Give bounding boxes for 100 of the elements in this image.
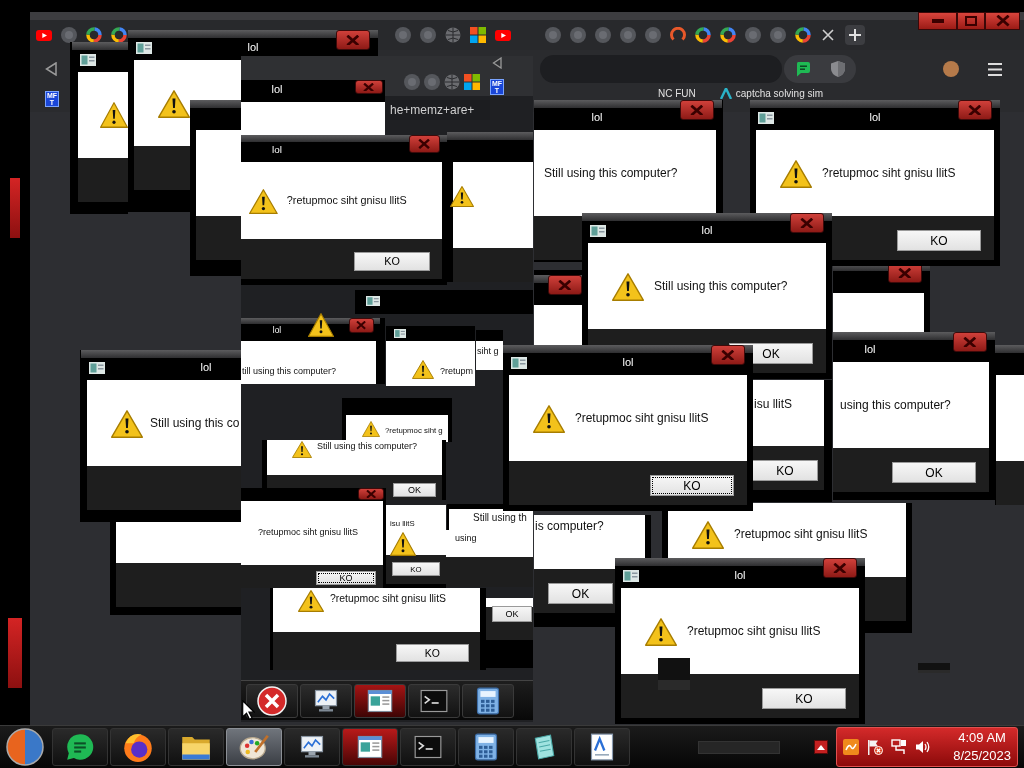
new-tab-button[interactable] — [845, 25, 865, 45]
dialog-button[interactable]: KO — [395, 644, 469, 663]
flag-icon[interactable] — [867, 739, 883, 755]
start-orb-icon[interactable] — [6, 728, 44, 766]
taskbar-button[interactable] — [574, 728, 630, 766]
faded-favicon-icon — [570, 27, 586, 43]
taskbar-button[interactable] — [516, 728, 572, 766]
dialog-message: till using this computer? — [242, 366, 337, 378]
close-button[interactable] — [348, 318, 374, 333]
dialog-button[interactable]: OK — [892, 462, 976, 483]
menu-icon[interactable] — [988, 62, 1002, 76]
taskbar-button[interactable] — [168, 728, 224, 766]
dialog-message: isu llitS — [754, 397, 792, 412]
close-button[interactable] — [355, 80, 383, 94]
button-panel — [78, 158, 128, 202]
close-icon — [968, 104, 982, 116]
taskbar-button[interactable] — [342, 728, 398, 766]
close-button[interactable] — [358, 488, 384, 500]
clock-date[interactable]: 8/25/2023 — [953, 747, 1011, 765]
window-icon — [366, 296, 380, 306]
maximize-button[interactable] — [957, 12, 985, 30]
dialog-message: using — [455, 533, 477, 545]
warning-icon — [308, 313, 334, 337]
dialog-button[interactable]: OK — [393, 483, 436, 497]
close-button[interactable] — [409, 135, 440, 153]
close-button[interactable] — [680, 100, 714, 120]
warning-icon — [780, 160, 812, 188]
taskbar-button[interactable] — [52, 728, 108, 766]
close-button[interactable] — [823, 558, 857, 578]
bookmark-link[interactable]: NC FUN — [658, 89, 696, 99]
close-icon — [365, 489, 377, 499]
close-button[interactable] — [953, 332, 987, 352]
shield-icon[interactable] — [831, 61, 845, 77]
globe-icon — [445, 27, 461, 43]
dialog-button[interactable]: KO — [316, 571, 376, 585]
faded-favicon-icon — [420, 27, 436, 43]
window-icon — [136, 42, 152, 54]
close-icon — [995, 15, 1010, 27]
terminal-icon — [420, 688, 448, 713]
glitch-bar — [8, 618, 22, 688]
calculator-icon — [476, 686, 500, 715]
message-panel — [534, 305, 582, 345]
taskbar-button[interactable] — [400, 728, 456, 766]
window-icon — [590, 225, 606, 237]
taskbar-button[interactable] — [110, 728, 166, 766]
window-icon — [758, 112, 774, 124]
dialog-title: lol — [247, 40, 259, 54]
error-x-icon — [257, 685, 287, 716]
dialog-message: ?retupmoc siht gnisu llitS — [734, 527, 868, 542]
warning-icon — [158, 90, 190, 118]
dialog-message: ?retupmoc siht gnisu llitS — [822, 166, 956, 181]
network-icon[interactable] — [891, 739, 907, 755]
close-button[interactable] — [790, 213, 824, 233]
window-icon — [511, 357, 527, 369]
dialog-button[interactable]: KO — [354, 252, 430, 271]
close-button[interactable] — [985, 12, 1020, 30]
chat-bubble-icon[interactable] — [795, 61, 811, 77]
speaker-icon[interactable] — [915, 739, 931, 755]
close-icon — [558, 279, 572, 291]
ring-logo-icon — [795, 27, 811, 43]
dialog-title: lol — [869, 110, 881, 124]
taskbar-button[interactable] — [458, 728, 514, 766]
avatar-icon[interactable] — [943, 61, 959, 77]
mouse-cursor-icon — [242, 700, 255, 720]
window-icon — [623, 570, 639, 582]
minimize-icon — [931, 19, 944, 23]
dialog-button[interactable]: OK — [492, 606, 532, 622]
faded-favicon-icon — [770, 27, 786, 43]
dialog-button[interactable]: KO — [752, 460, 818, 481]
close-icon — [833, 562, 847, 574]
minimize-button[interactable] — [918, 12, 957, 30]
faded-favicon-icon — [645, 27, 661, 43]
taskbar-button[interactable] — [284, 728, 340, 766]
faded-favicon-icon — [545, 27, 561, 43]
warning-icon — [645, 618, 677, 646]
caret-up-icon — [817, 744, 825, 750]
dialog-button[interactable]: KO — [762, 688, 846, 709]
close-icon[interactable] — [822, 29, 834, 41]
close-button[interactable] — [548, 275, 582, 295]
dialog-message: ?retupmoc siht gnisu llitS — [330, 592, 447, 606]
dialog-button[interactable]: KO — [897, 230, 981, 251]
dialog-title: lol — [734, 568, 746, 582]
close-icon — [800, 217, 814, 229]
close-button[interactable] — [958, 100, 992, 120]
message-panel — [752, 380, 824, 446]
maximize-icon — [965, 16, 977, 26]
dialog-message: Still using this computer? — [317, 441, 418, 453]
close-button[interactable] — [711, 345, 745, 365]
dialog-button[interactable]: KO — [650, 475, 734, 496]
warning-icon — [533, 405, 565, 433]
taskbar-button[interactable] — [226, 728, 282, 766]
clock-time[interactable]: 4:09 AM — [958, 729, 1006, 747]
chat-bubble-icon — [66, 733, 94, 761]
dialog-message: siht g — [477, 346, 499, 358]
close-button[interactable] — [336, 30, 370, 50]
bookmark-link[interactable]: captcha solving sim — [735, 89, 824, 99]
back-arrow-icon[interactable] — [45, 62, 57, 76]
dialog-button[interactable]: OK — [548, 583, 613, 604]
squiggle-tile-icon[interactable] — [843, 739, 859, 755]
tray-arrow-button[interactable] — [814, 740, 828, 754]
